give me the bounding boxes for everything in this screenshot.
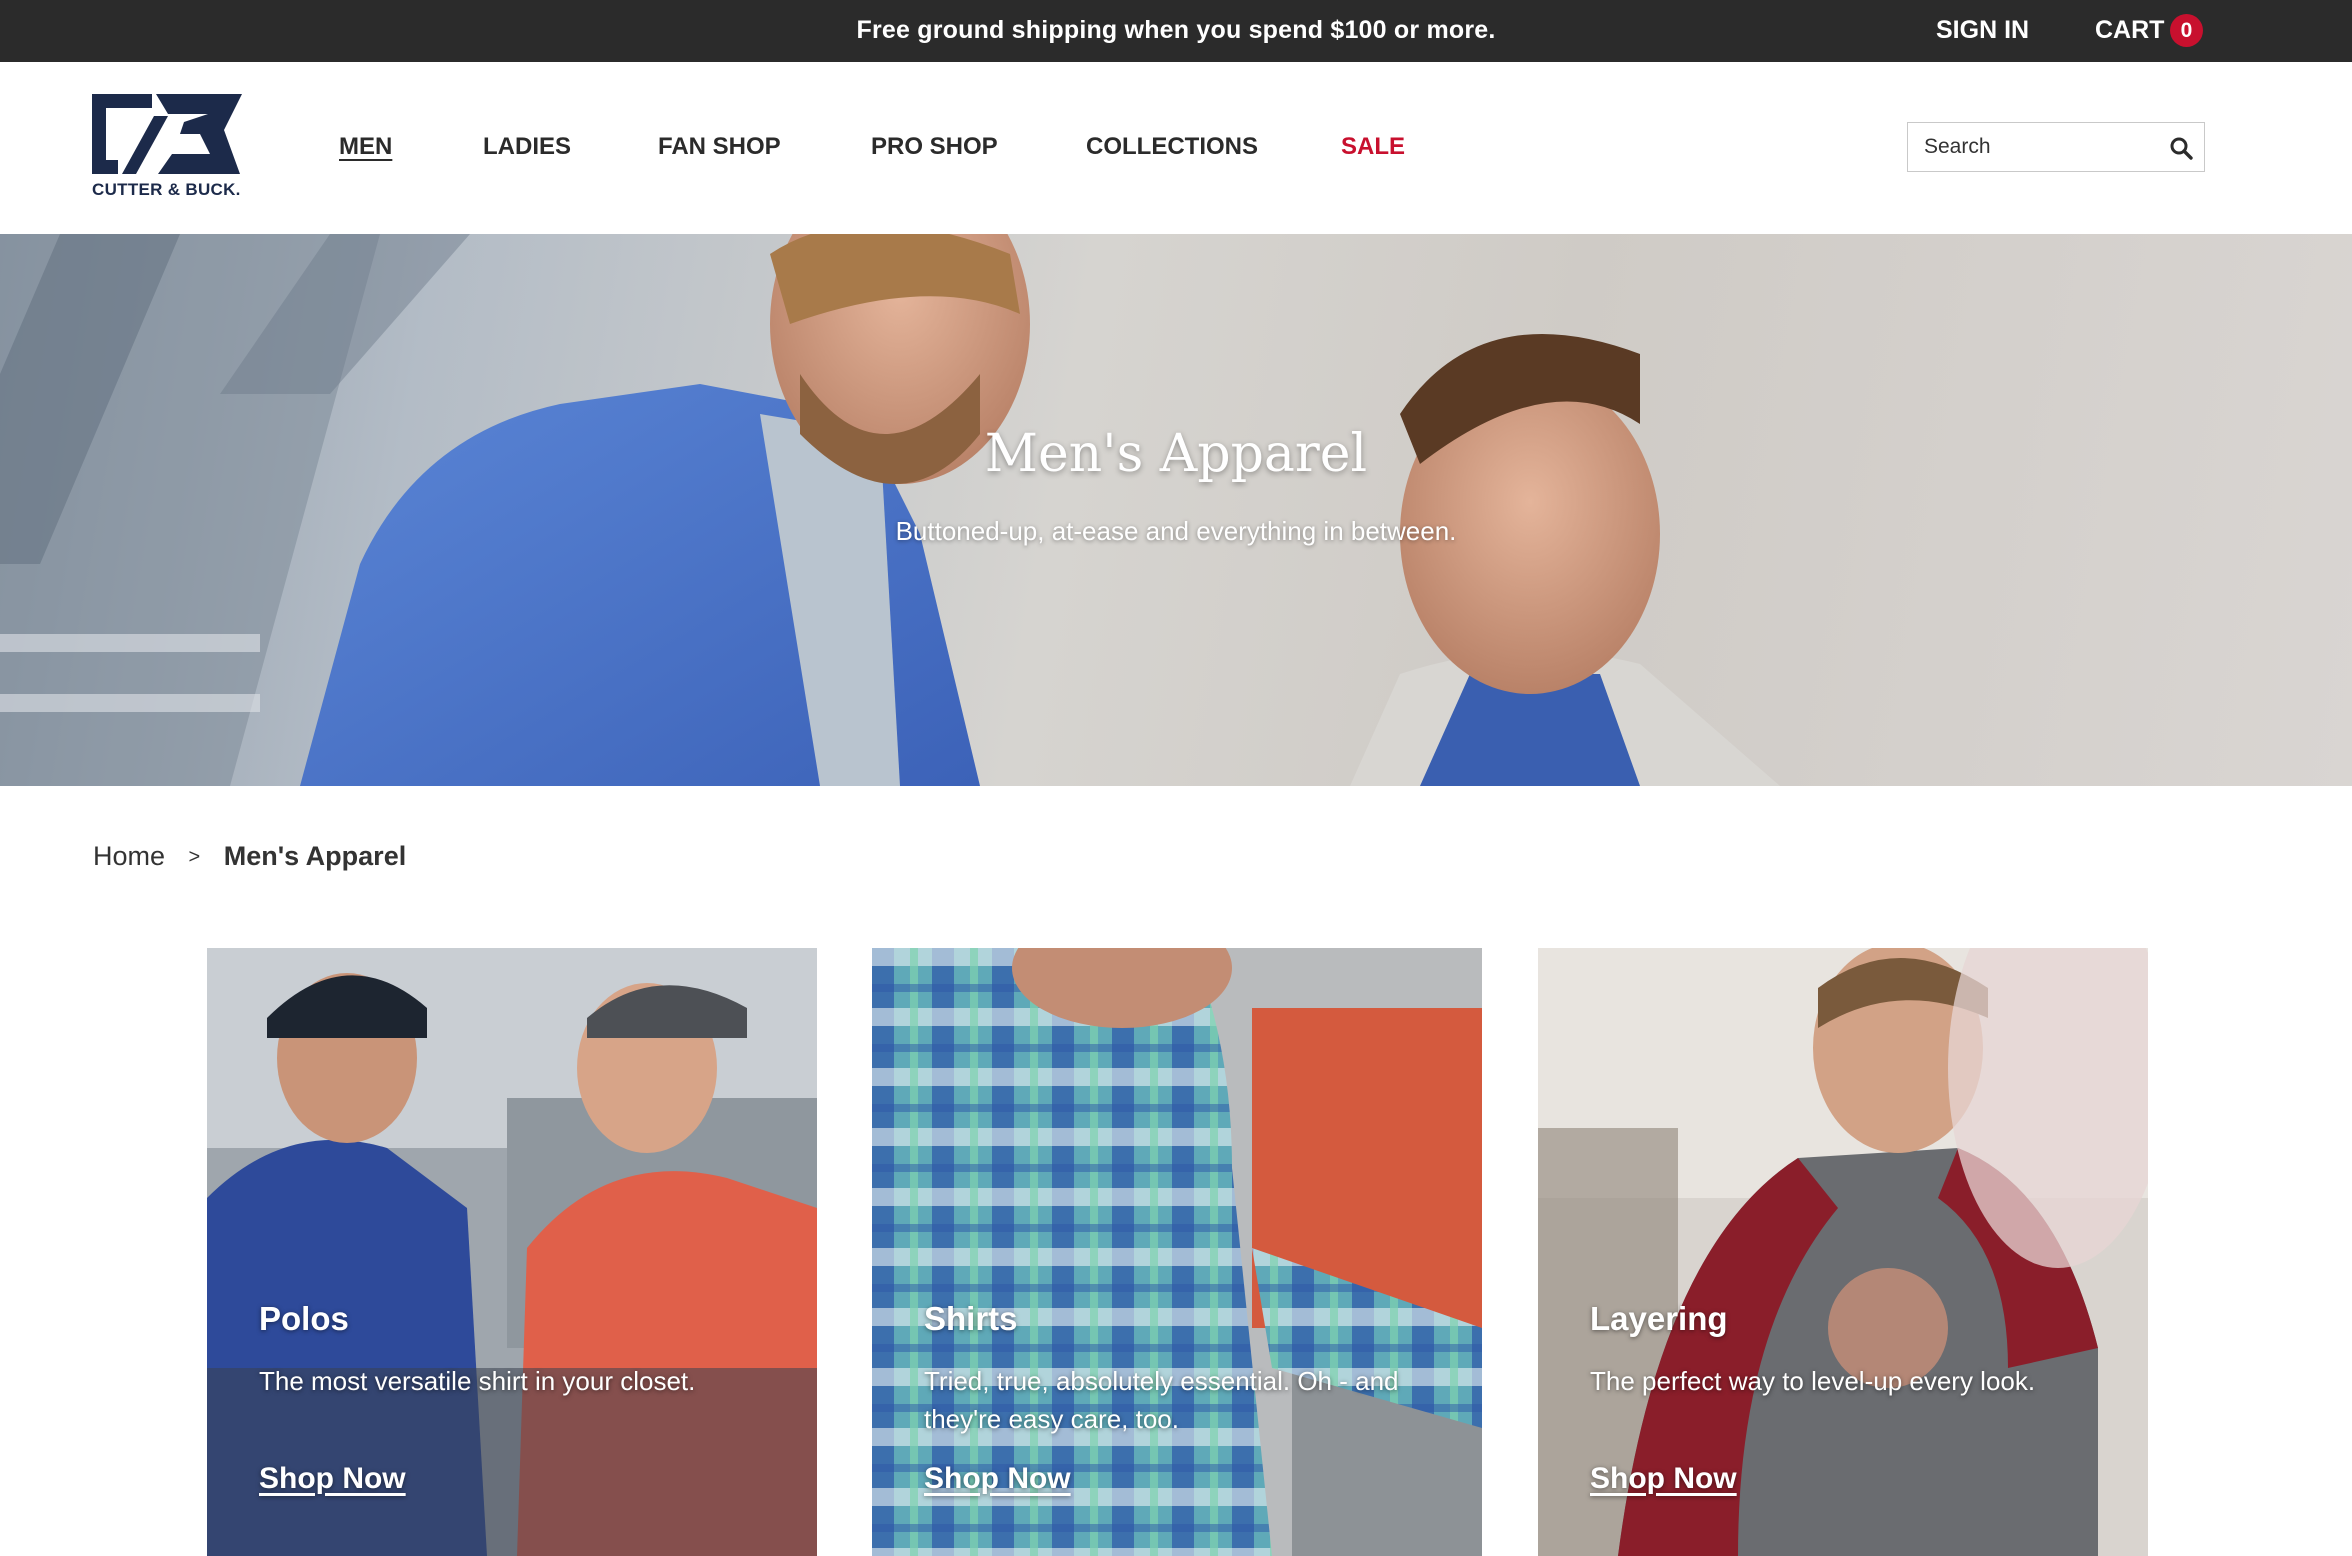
brand-logo-mark-icon [92,94,242,174]
hero-banner: Men's Apparel Buttoned-up, at-ease and e… [0,234,2352,786]
brand-name: CUTTER & BUCK. [92,180,241,199]
nav-fan-shop[interactable]: FAN SHOP [658,62,781,234]
card-title: Layering [1590,1300,1728,1337]
search-icon[interactable] [2168,135,2194,161]
breadcrumb-current: Men's Apparel [223,841,407,871]
nav-men[interactable]: MEN [339,62,392,234]
category-card-shirts[interactable]: Shirts Tried, true, absolutely essential… [872,948,1482,1556]
search-box [1907,122,2205,172]
shop-now-link[interactable]: Shop Now [924,1462,1071,1496]
card-description: The perfect way to level-up every look. [1590,1366,2036,1396]
brand-logo[interactable]: CUTTER & BUCK. [92,94,252,204]
breadcrumb: Home > Men's Apparel [93,836,406,876]
cart-link[interactable]: CART [2095,0,2164,62]
hero-title: Men's Apparel [984,424,1368,484]
card-description: The most versatile shirt in your closet. [259,1366,696,1396]
search-input[interactable] [1908,123,2158,171]
breadcrumb-separator: > [188,846,201,868]
sign-in-link[interactable]: SIGN IN [1936,0,2029,62]
site-header: CUTTER & BUCK. MEN LADIES FAN SHOP PRO S… [0,62,2352,234]
hero-subtitle: Buttoned-up, at-ease and everything in b… [895,516,1457,546]
nav-collections[interactable]: COLLECTIONS [1086,62,1258,234]
nav-ladies[interactable]: LADIES [483,62,571,234]
promo-bar: Free ground shipping when you spend $100… [0,0,2352,62]
card-title: Shirts [924,1300,1018,1337]
cart-count-badge[interactable]: 0 [2170,14,2203,47]
nav-sale[interactable]: SALE [1341,62,1405,234]
card-title: Polos [259,1300,349,1337]
category-card-polos[interactable]: Polos The most versatile shirt in your c… [207,948,817,1556]
shop-now-link[interactable]: Shop Now [259,1462,406,1496]
card-description: Tried, true, absolutely essential. Oh - … [924,1366,1399,1434]
hero-image [0,234,1780,786]
breadcrumb-home-link[interactable]: Home [93,841,165,871]
shop-now-link[interactable]: Shop Now [1590,1462,1737,1496]
category-card-layering[interactable]: Layering The perfect way to level-up eve… [1538,948,2148,1556]
nav-pro-shop[interactable]: PRO SHOP [871,62,998,234]
